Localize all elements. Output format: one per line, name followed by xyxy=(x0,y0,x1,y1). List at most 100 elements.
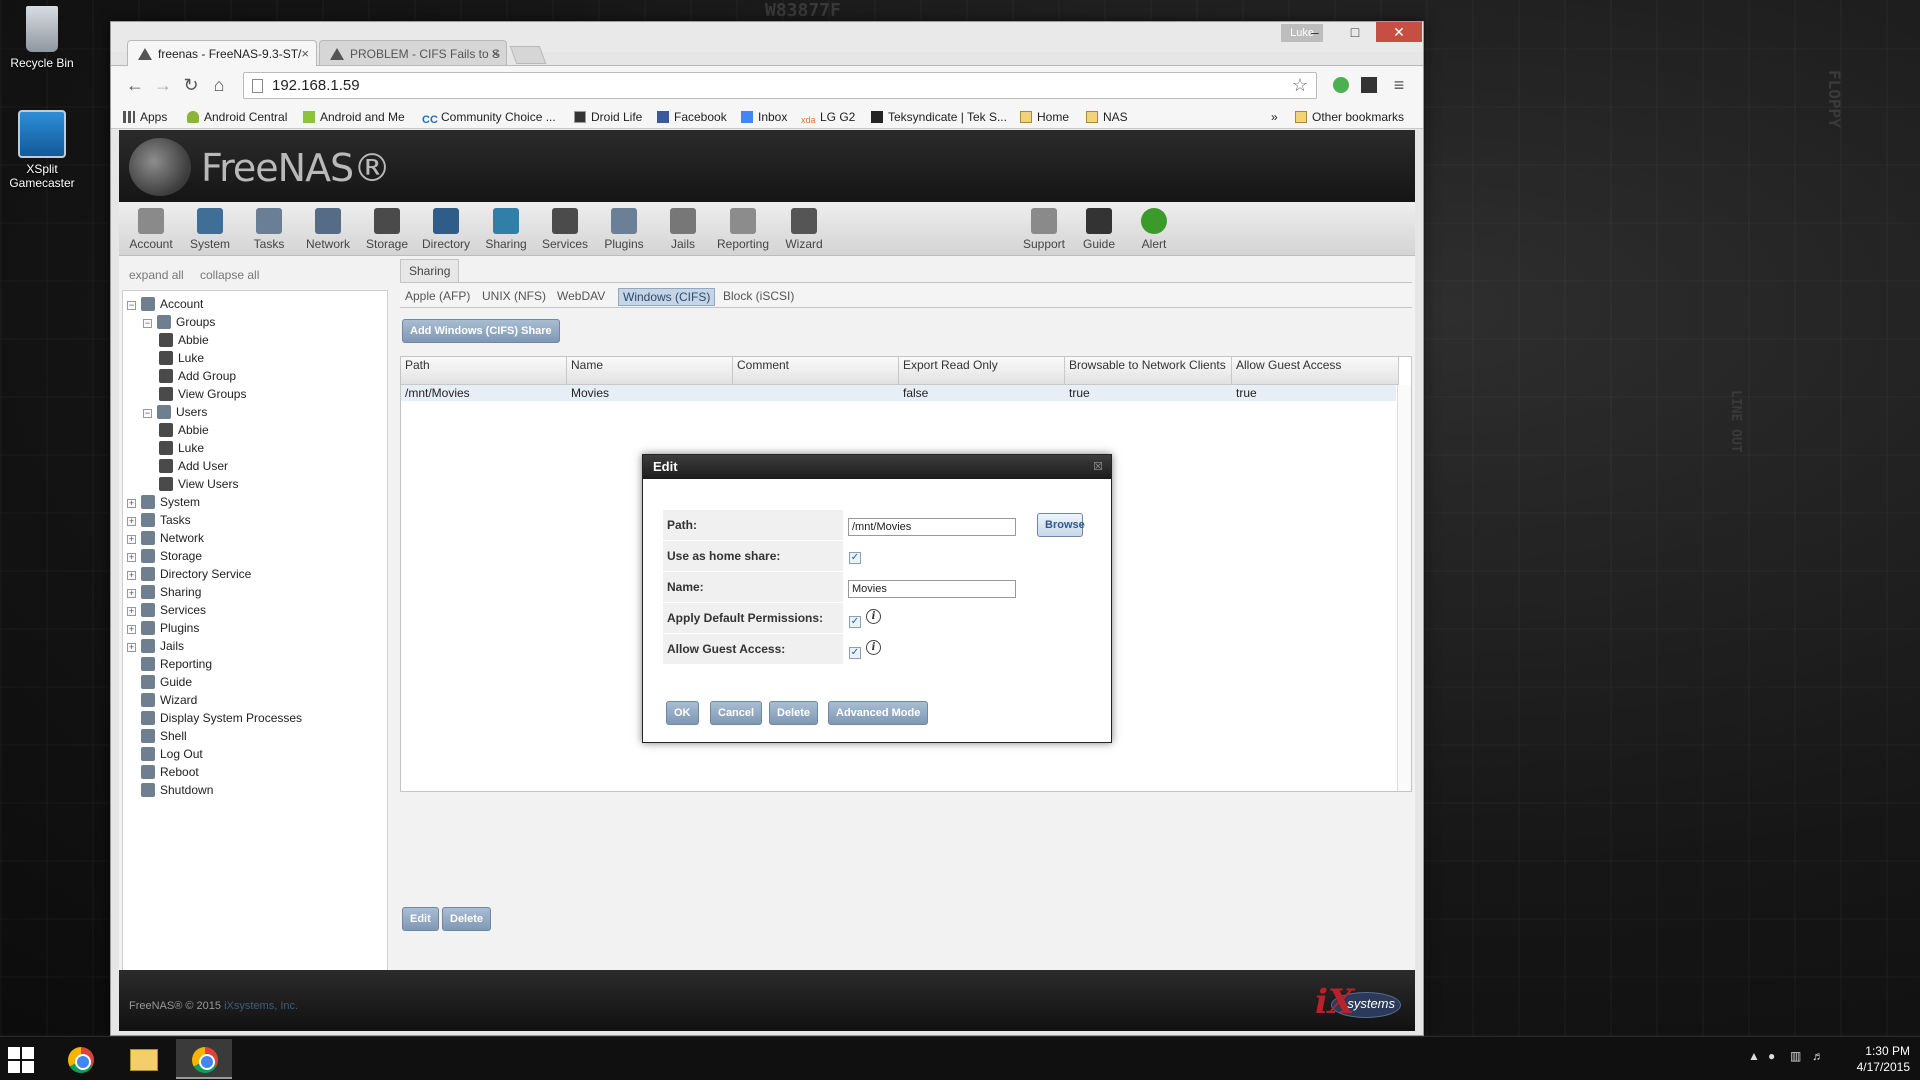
nav-services[interactable]: Services xyxy=(533,206,597,251)
browse-button[interactable]: Browse xyxy=(1037,513,1085,537)
tree-item-storage[interactable]: + Storage xyxy=(127,547,202,565)
bookmark-home[interactable]: Home xyxy=(1020,109,1069,125)
tree-item-tasks[interactable]: + Tasks xyxy=(127,511,191,529)
address-bar[interactable]: 192.168.1.59 ☆ xyxy=(243,72,1317,99)
forward-arrow-icon[interactable]: → xyxy=(153,75,173,95)
advanced-mode-button[interactable]: Advanced Mode xyxy=(828,701,929,725)
close-dialog-icon[interactable]: ☒ xyxy=(1093,455,1103,479)
tree-toggle-icon[interactable]: + xyxy=(127,643,136,652)
tree-item-system[interactable]: + System xyxy=(127,493,200,511)
subtab-nfs[interactable]: UNIX (NFS) xyxy=(478,288,550,306)
column-header-guest-access[interactable]: Allow Guest Access xyxy=(1232,357,1399,385)
subtab-iscsi[interactable]: Block (iSCSI) xyxy=(719,288,798,306)
tree-item-reporting[interactable]: Reporting xyxy=(127,655,212,673)
tree-item-view-groups[interactable]: View Groups xyxy=(159,385,246,403)
steam-tray-icon[interactable]: ● xyxy=(1768,1049,1775,1063)
start-button[interactable] xyxy=(8,1047,34,1073)
delete-button[interactable]: Delete xyxy=(442,907,492,931)
nav-reporting[interactable]: Reporting xyxy=(711,206,775,251)
tree-toggle-icon[interactable]: + xyxy=(127,607,136,616)
collapse-all-link[interactable]: collapse all xyxy=(200,268,259,282)
tree-item-network[interactable]: + Network xyxy=(127,529,204,547)
recycle-bin-shortcut[interactable]: Recycle Bin xyxy=(0,6,84,70)
tree-item-view-users[interactable]: View Users xyxy=(159,475,238,493)
expand-all-link[interactable]: expand all xyxy=(129,268,184,282)
taskbar-chrome[interactable] xyxy=(52,1039,108,1079)
ok-button[interactable]: OK xyxy=(666,701,699,725)
extension-green-icon[interactable] xyxy=(1333,77,1349,93)
system-clock[interactable]: 1:30 PM 4/17/2015 xyxy=(1857,1043,1910,1075)
close-tab-icon[interactable]: × xyxy=(301,41,309,66)
tree-toggle-icon[interactable]: + xyxy=(127,499,136,508)
default-permissions-checkbox[interactable]: ✓ xyxy=(849,616,861,628)
nav-directory[interactable]: Directory xyxy=(414,206,478,251)
nav-jails[interactable]: Jails xyxy=(651,206,715,251)
tree-toggle-icon[interactable]: + xyxy=(127,553,136,562)
tree-item-services[interactable]: + Services xyxy=(127,601,206,619)
column-header-name[interactable]: Name xyxy=(567,357,733,385)
bookmark-star-icon[interactable]: ☆ xyxy=(1292,75,1308,96)
tree-item-log-out[interactable]: Log Out xyxy=(127,745,203,763)
table-scrollbar[interactable] xyxy=(1397,385,1411,791)
network-icon[interactable]: ▥ xyxy=(1790,1049,1801,1063)
minimize-button[interactable]: – xyxy=(1295,22,1335,42)
bookmark-lg-g2[interactable]: xda LG G2 xyxy=(801,109,855,125)
volume-icon[interactable]: ♬ xyxy=(1812,1049,1824,1063)
tree-item-abbie[interactable]: Abbie xyxy=(159,331,209,349)
tree-toggle-icon[interactable]: + xyxy=(127,535,136,544)
tree-item-users[interactable]: − Users xyxy=(143,403,207,421)
browser-tab-freenas[interactable]: freenas - FreeNAS-9.3-ST/ × xyxy=(127,40,317,66)
tree-toggle-icon[interactable]: + xyxy=(127,589,136,598)
table-row[interactable]: /mnt/Movies Movies false true true xyxy=(401,385,1396,401)
close-tab-icon[interactable]: × xyxy=(491,41,499,66)
nav-account[interactable]: Account xyxy=(119,206,183,251)
bookmark-android-central[interactable]: Android Central xyxy=(187,109,287,125)
tree-item-luke[interactable]: Luke xyxy=(159,439,204,457)
column-header-export-read-only[interactable]: Export Read Only xyxy=(899,357,1065,385)
info-icon[interactable]: i xyxy=(866,640,881,655)
home-icon[interactable]: ⌂ xyxy=(209,75,229,95)
other-bookmarks[interactable]: Other bookmarks xyxy=(1295,109,1404,125)
maximize-button[interactable]: □ xyxy=(1335,22,1375,42)
bookmark-facebook[interactable]: Facebook xyxy=(657,109,727,125)
tree-toggle-icon[interactable]: + xyxy=(127,625,136,634)
nav-alert[interactable]: Alert xyxy=(1122,206,1186,251)
path-input[interactable] xyxy=(848,518,1016,536)
bookmark-inbox[interactable]: Inbox xyxy=(741,109,787,125)
bookmark-teksyndicate[interactable]: Teksyndicate | Tek S... xyxy=(871,109,1007,125)
tree-toggle-icon[interactable]: + xyxy=(127,517,136,526)
subtab-webdav[interactable]: WebDAV xyxy=(553,288,609,306)
tree-item-add-user[interactable]: Add User xyxy=(159,457,228,475)
reload-icon[interactable]: ↻ xyxy=(181,75,201,95)
add-cifs-share-button[interactable]: Add Windows (CIFS) Share xyxy=(402,319,560,343)
tab-sharing[interactable]: Sharing xyxy=(400,259,460,282)
tree-item-shell[interactable]: Shell xyxy=(127,727,187,745)
tree-item-wizard[interactable]: Wizard xyxy=(127,691,197,709)
ixsystems-link[interactable]: iXsystems, Inc. xyxy=(224,1000,298,1012)
bookmark-apps[interactable]: Apps xyxy=(123,109,167,125)
name-input[interactable] xyxy=(848,580,1016,598)
extension-cast-icon[interactable] xyxy=(1361,77,1377,93)
tree-item-add-group[interactable]: Add Group xyxy=(159,367,236,385)
taskbar-chrome-active[interactable] xyxy=(176,1039,232,1079)
edit-button[interactable]: Edit xyxy=(402,907,439,931)
tree-toggle-icon[interactable]: + xyxy=(127,571,136,580)
tree-item-abbie[interactable]: Abbie xyxy=(159,421,209,439)
cancel-button[interactable]: Cancel xyxy=(710,701,763,725)
guest-access-checkbox[interactable]: ✓ xyxy=(849,647,861,659)
bookmarks-overflow-button[interactable]: » xyxy=(1271,109,1278,125)
column-header-comment[interactable]: Comment xyxy=(733,357,899,385)
tree-toggle-icon[interactable]: − xyxy=(143,409,152,418)
info-icon[interactable]: i xyxy=(866,609,881,624)
tree-toggle-icon[interactable]: − xyxy=(127,301,136,310)
nav-tasks[interactable]: Tasks xyxy=(237,206,301,251)
subtab-cifs[interactable]: Windows (CIFS) xyxy=(618,288,716,306)
tree-toggle-icon[interactable]: − xyxy=(143,319,152,328)
tree-item-reboot[interactable]: Reboot xyxy=(127,763,199,781)
nav-storage[interactable]: Storage xyxy=(355,206,419,251)
tree-item-sharing[interactable]: + Sharing xyxy=(127,583,201,601)
xsplit-shortcut[interactable]: XSplit Gamecaster xyxy=(0,110,84,190)
bookmark-android-and-me[interactable]: Android and Me xyxy=(303,109,405,125)
nav-sharing[interactable]: Sharing xyxy=(474,206,538,251)
delete-share-button[interactable]: Delete xyxy=(769,701,819,725)
